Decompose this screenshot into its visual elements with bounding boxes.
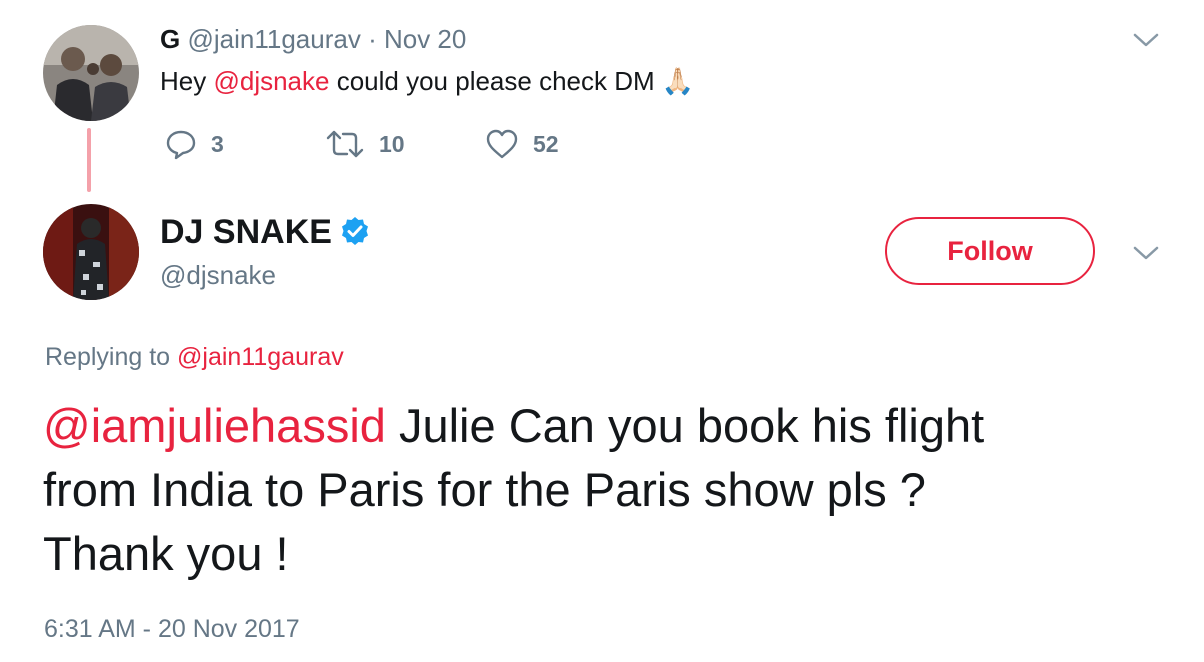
- reply-avatar[interactable]: [43, 204, 139, 300]
- parent-avatar[interactable]: [43, 25, 139, 121]
- like-icon: [486, 129, 518, 159]
- reply-mention-link[interactable]: @iamjuliehassid: [43, 399, 386, 452]
- follow-button[interactable]: Follow: [885, 217, 1095, 285]
- parent-tweet-text: Hey @djsnake could you please check DM 🙏…: [160, 64, 694, 98]
- reply-action[interactable]: 3: [165, 128, 224, 160]
- reply-author[interactable]: DJ SNAKE: [160, 212, 370, 252]
- praying-hands-emoji: 🙏🏻: [661, 66, 695, 96]
- reply-timestamp[interactable]: 6:31 AM - 20 Nov 2017: [44, 614, 300, 644]
- reply-text-line3: Thank you !: [43, 527, 289, 580]
- thread-line: [87, 128, 91, 192]
- reply-handle[interactable]: @djsnake: [160, 260, 276, 290]
- parent-display-name[interactable]: G: [160, 24, 180, 54]
- parent-handle[interactable]: @jain11gaurav: [187, 24, 360, 54]
- verified-badge-icon: [342, 217, 369, 245]
- chevron-down-icon: [1133, 33, 1159, 47]
- parent-menu-chevron[interactable]: [1132, 30, 1160, 50]
- parent-header: G @jain11gaurav · Nov 20: [160, 24, 466, 54]
- retweet-icon: [326, 130, 364, 158]
- replying-to-handle[interactable]: @jain11gaurav: [177, 343, 344, 371]
- reply-text-line2: from India to Paris for the Paris show p…: [43, 463, 926, 516]
- reply-menu-chevron[interactable]: [1132, 243, 1160, 263]
- reply-icon: [166, 130, 196, 160]
- replying-to: Replying to @jain11gaurav: [45, 342, 344, 372]
- reply-text-line1: @iamjuliehassid Julie Can you book his f…: [43, 394, 984, 458]
- replying-to-label: Replying to: [45, 343, 178, 371]
- parent-separator: ·: [368, 24, 377, 54]
- reply-text-line1-rest: Julie Can you book his flight: [385, 399, 985, 452]
- parent-date[interactable]: Nov 20: [384, 24, 466, 54]
- reply-count: 3: [211, 130, 224, 157]
- reply-tweet-text: @iamjuliehassid Julie Can you book his f…: [43, 394, 984, 586]
- like-action[interactable]: 52: [485, 128, 559, 160]
- like-count: 52: [533, 130, 559, 157]
- reply-display-name[interactable]: DJ SNAKE: [160, 213, 332, 251]
- retweet-action[interactable]: 10: [325, 128, 405, 160]
- chevron-down-icon: [1133, 246, 1159, 260]
- parent-mention-link[interactable]: @djsnake: [213, 66, 329, 96]
- parent-text-after: could you please check DM: [329, 66, 662, 96]
- parent-text-before: Hey: [160, 66, 214, 96]
- retweet-count: 10: [379, 130, 405, 157]
